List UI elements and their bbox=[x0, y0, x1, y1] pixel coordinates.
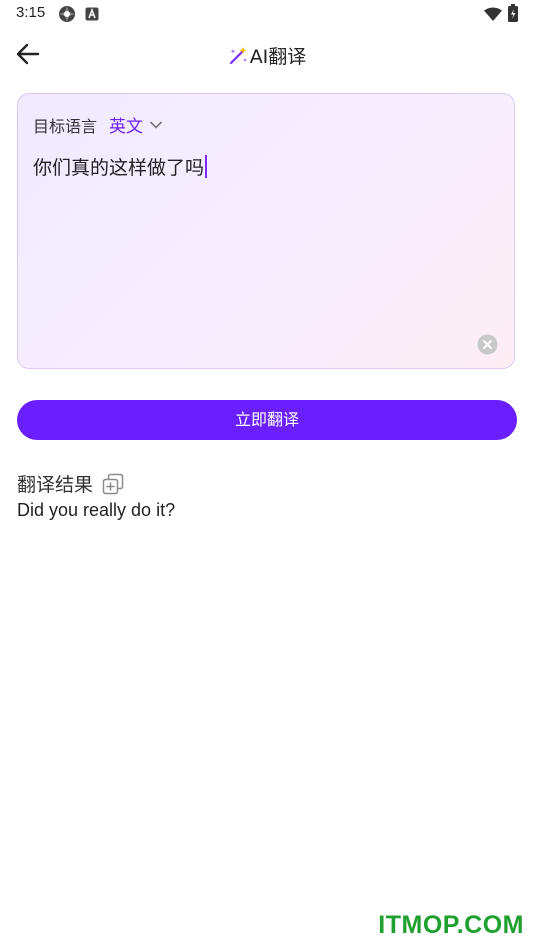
clear-icon bbox=[477, 334, 498, 355]
translate-button[interactable]: 立即翻译 bbox=[17, 400, 517, 440]
target-language-label: 目标语言 bbox=[33, 116, 98, 136]
input-card[interactable]: 目标语言 英文 你们真的这样做了吗 bbox=[17, 93, 515, 369]
page-title-wrap: AI翻译 bbox=[0, 42, 534, 70]
magic-wand-icon bbox=[229, 46, 247, 64]
status-bar: 3:15 bbox=[0, 0, 534, 28]
page-title: AI翻译 bbox=[249, 46, 307, 68]
result-text: Did you really do it? bbox=[17, 500, 176, 520]
copy-button[interactable] bbox=[102, 473, 124, 495]
watermark-logo: ITMOP.COM bbox=[378, 911, 524, 939]
translate-a-icon bbox=[85, 6, 99, 25]
chevron-down-icon bbox=[149, 120, 163, 129]
source-text-input[interactable]: 你们真的这样做了吗 bbox=[33, 153, 208, 180]
battery-icon bbox=[508, 4, 518, 26]
target-language-dropdown[interactable]: 英文 bbox=[97, 112, 163, 137]
text-caret bbox=[205, 155, 208, 178]
clear-button[interactable] bbox=[477, 334, 498, 355]
target-language-value[interactable]: 英文 bbox=[109, 112, 143, 137]
source-text: 你们真的这样做了吗 bbox=[33, 157, 205, 179]
result-header: 翻译结果 bbox=[17, 470, 124, 497]
app-bar: AI翻译 bbox=[0, 30, 534, 78]
wifi-icon bbox=[484, 6, 502, 25]
result-title: 翻译结果 bbox=[17, 474, 94, 496]
status-time: 3:15 bbox=[16, 4, 46, 21]
copy-icon bbox=[102, 473, 124, 494]
target-language-row: 目标语言 英文 bbox=[33, 112, 163, 137]
settings-flower-icon bbox=[58, 5, 76, 27]
